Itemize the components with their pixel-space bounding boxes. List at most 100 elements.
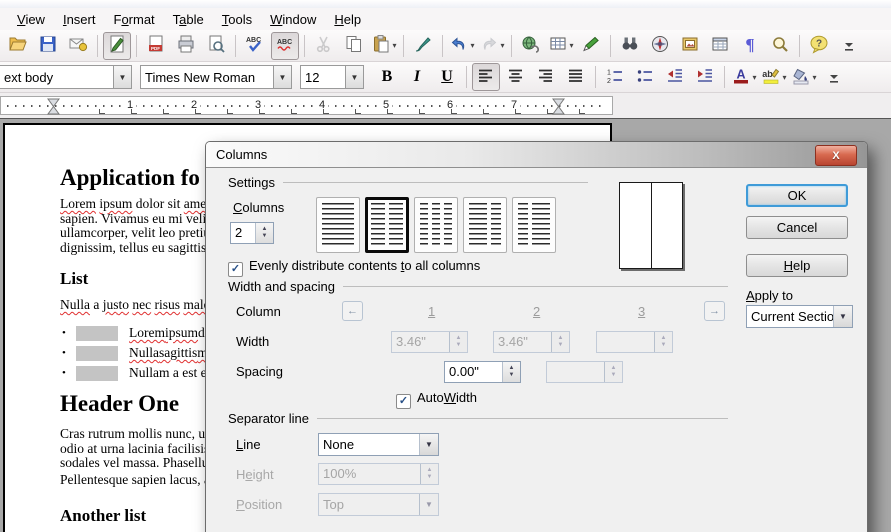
horizontal-ruler[interactable]: 1234567 [0, 96, 613, 115]
print-button[interactable] [172, 32, 200, 60]
email-button[interactable] [64, 32, 92, 60]
align-justify-button[interactable] [562, 63, 590, 91]
spacing-1-field[interactable]: 0.00" ▲▼ [444, 361, 521, 383]
chevron-down-icon[interactable]: ▾ [569, 41, 573, 50]
columns-count-spinner[interactable]: 2 ▲▼ [230, 222, 274, 244]
chevron-down-icon[interactable]: ▾ [752, 73, 756, 82]
hyperlink-button[interactable] [517, 32, 545, 60]
underline-button[interactable]: U [433, 63, 461, 91]
menu-view[interactable]: View [8, 10, 54, 29]
font-size-combo[interactable]: 12 ▼ [300, 65, 364, 89]
align-right-button[interactable] [532, 63, 560, 91]
field-shading-box [76, 366, 118, 381]
chevron-down-icon[interactable]: ▼ [273, 66, 291, 88]
indent-marker-right[interactable] [552, 98, 565, 118]
clone-formatting-button[interactable] [409, 32, 437, 60]
paste-button[interactable]: ▾ [370, 32, 398, 60]
indent-marker-left[interactable] [47, 98, 60, 118]
page-preview-button[interactable] [202, 32, 230, 60]
auto-spellcheck-button[interactable]: ABC [271, 32, 299, 60]
data-sources-button[interactable] [706, 32, 734, 60]
open-button[interactable] [4, 32, 32, 60]
increase-indent-button[interactable] [691, 63, 719, 91]
align-center-button[interactable] [502, 63, 530, 91]
ok-button[interactable]: OK [746, 184, 848, 207]
chevron-down-icon[interactable]: ▼ [833, 306, 852, 327]
chevron-down-icon[interactable]: ▼ [113, 66, 131, 88]
menu-window[interactable]: Window [261, 10, 325, 29]
help-button[interactable]: Help [746, 254, 848, 277]
doc-line: dignissim, tellus eu sagittis pe [60, 241, 223, 256]
width-2-field: 3.46" ▲▼ [493, 331, 570, 353]
svg-text:ab: ab [763, 69, 774, 79]
menu-insert[interactable]: Insert [54, 10, 105, 29]
preset-two-columns-left-wide[interactable] [463, 197, 507, 253]
chevron-down-icon[interactable]: ▾ [500, 41, 504, 50]
increase-indent-icon [695, 66, 715, 89]
menu-format[interactable]: Format [104, 10, 163, 29]
zoom-button[interactable] [766, 32, 794, 60]
formatting-marks-button[interactable]: ¶ [736, 32, 764, 60]
export-pdf-button[interactable]: PDF [142, 32, 170, 60]
dialog-titlebar[interactable]: Columns X [206, 142, 867, 168]
ruler-half-tick [163, 109, 169, 114]
navigator-button[interactable] [646, 32, 674, 60]
show-draw-functions-button[interactable] [577, 32, 605, 60]
paragraph-style-combo[interactable]: ext body ▼ [0, 65, 132, 89]
doc-heading-list: List [60, 269, 88, 289]
save-button[interactable] [34, 32, 62, 60]
next-column-button[interactable]: → [704, 301, 725, 321]
toolbar-overflow-button[interactable] [835, 32, 863, 60]
line-style-select[interactable]: None ▼ [318, 433, 439, 456]
spinner-arrows-icon[interactable]: ▲▼ [502, 362, 520, 382]
highlight-color-button[interactable]: ab ▾ [760, 63, 788, 91]
preset-one-column[interactable] [316, 197, 360, 253]
apply-to-select[interactable]: Current Section ▼ [746, 305, 853, 328]
ordered-list-button[interactable]: 12 [601, 63, 629, 91]
bold-button[interactable]: B [373, 63, 401, 91]
help-button[interactable]: ? [805, 32, 833, 60]
width-3-value [597, 332, 654, 352]
cut-icon [314, 34, 334, 57]
close-icon[interactable]: X [815, 145, 857, 166]
chevron-down-icon[interactable]: ▾ [782, 73, 786, 82]
chevron-down-icon[interactable]: ▾ [470, 41, 474, 50]
width-1-value: 3.46" [392, 332, 449, 352]
chevron-down-icon[interactable]: ▼ [345, 66, 363, 88]
font-color-button[interactable]: A▾ [730, 63, 758, 91]
edit-file-button[interactable] [103, 32, 131, 60]
toolbar-overflow-2-button[interactable] [820, 63, 848, 91]
previous-column-button[interactable]: ← [342, 301, 363, 321]
preset-three-columns[interactable] [414, 197, 458, 253]
chevron-down-icon[interactable]: ▾ [812, 73, 816, 82]
background-color-button[interactable]: ▾ [790, 63, 818, 91]
menu-table[interactable]: Table [164, 10, 213, 29]
chevron-down-icon[interactable]: ▾ [392, 41, 396, 50]
undo-button[interactable]: ▾ [448, 32, 476, 60]
menu-tools[interactable]: Tools [213, 10, 261, 29]
decrease-indent-button[interactable] [661, 63, 689, 91]
bullet-icon: • [62, 347, 76, 359]
italic-button[interactable]: I [403, 63, 431, 91]
preset-two-columns-right-wide[interactable] [512, 197, 556, 253]
insert-table-button[interactable]: ▾ [547, 32, 575, 60]
spelling-button[interactable]: ABC [241, 32, 269, 60]
copy-button[interactable] [340, 32, 368, 60]
unordered-list-button[interactable] [631, 63, 659, 91]
autowidth-checkbox[interactable]: ✓ [396, 394, 411, 409]
formatting-marks-icon: ¶ [740, 34, 760, 57]
preset-two-columns[interactable] [365, 197, 409, 253]
find-and-replace-button[interactable] [616, 32, 644, 60]
line-height-value: 100% [319, 464, 420, 484]
distribute-checkbox[interactable]: ✓ [228, 262, 243, 277]
bullet-icon: • [62, 367, 76, 379]
spinner-arrows-icon[interactable]: ▲▼ [255, 223, 273, 243]
menu-help[interactable]: Help [325, 10, 370, 29]
cancel-button[interactable]: Cancel [746, 216, 848, 239]
ruler-half-tick [195, 109, 201, 114]
toolbar-separator [610, 35, 611, 57]
align-left-button[interactable] [472, 63, 500, 91]
chevron-down-icon[interactable]: ▼ [419, 434, 438, 455]
gallery-button[interactable] [676, 32, 704, 60]
font-name-combo[interactable]: Times New Roman ▼ [140, 65, 292, 89]
